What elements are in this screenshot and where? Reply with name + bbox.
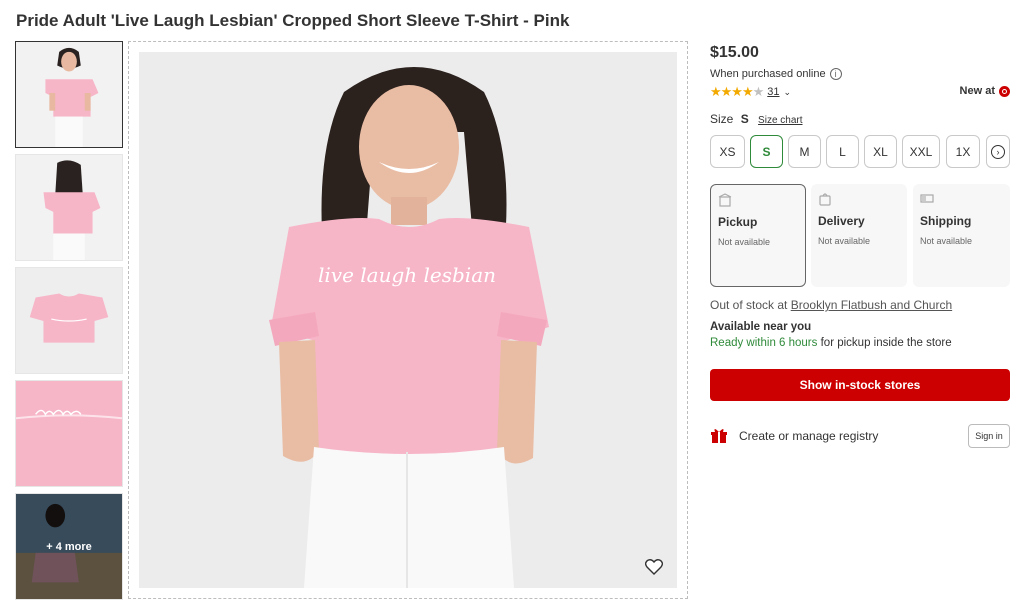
chevron-right-icon: ›	[991, 144, 1005, 159]
available-near-title: Available near you	[710, 321, 812, 333]
size-option-s[interactable]: S	[750, 135, 783, 168]
thumbnail-closeup-image	[16, 381, 122, 486]
thumbnail-front-image	[16, 42, 122, 147]
new-at-text: New at	[959, 85, 995, 97]
price: $15.00	[710, 44, 759, 61]
ready-suffix: for pickup inside the store	[820, 337, 952, 349]
size-label: Size	[710, 112, 734, 126]
ready-line: Ready within 6 hours for pickup inside t…	[710, 337, 952, 349]
size-option-1x[interactable]: 1X	[946, 135, 980, 168]
delivery-title: Delivery	[818, 214, 865, 228]
size-options: XS S M L XL XXL 1X ›	[710, 135, 1010, 169]
store-icon	[718, 193, 732, 207]
size-option-xxl[interactable]: XXL	[902, 135, 940, 168]
thumbnail-flat-image	[16, 268, 122, 373]
thumbnail-flat[interactable]	[15, 267, 123, 374]
chevron-down-icon[interactable]: ⌄	[784, 87, 792, 98]
more-images-label: + 4 more	[16, 494, 122, 599]
shipping-status: Not available	[920, 236, 973, 246]
product-title: Pride Adult 'Live Laugh Lesbian' Cropped…	[16, 11, 570, 30]
thumbnail-more[interactable]: + 4 more	[15, 493, 123, 600]
fulfillment-shipping[interactable]: Shipping Not available	[913, 184, 1010, 287]
thumbnail-front[interactable]	[15, 41, 123, 148]
size-selected-value: S	[740, 112, 749, 126]
size-selector-header: Size S Size chart	[710, 112, 803, 126]
size-option-xs[interactable]: XS	[710, 135, 745, 168]
thumbnail-closeup[interactable]	[15, 380, 123, 487]
delivery-status: Not available	[818, 236, 871, 246]
size-option-m[interactable]: M	[788, 135, 821, 168]
rating-count[interactable]: 31	[767, 86, 779, 98]
sign-in-button[interactable]: Sign in	[968, 424, 1010, 448]
bag-icon	[819, 193, 831, 206]
shipping-title: Shipping	[920, 214, 972, 228]
stock-status: Out of stock at Brooklyn Flatbush and Ch…	[710, 298, 952, 312]
size-chart-link[interactable]: Size chart	[758, 115, 802, 126]
pickup-status: Not available	[718, 237, 771, 247]
thumbnail-back[interactable]	[15, 154, 123, 261]
thumbnail-back-image	[16, 155, 122, 260]
fulfillment-delivery[interactable]: Delivery Not available	[811, 184, 907, 287]
size-next-button[interactable]: ›	[986, 135, 1010, 168]
target-logo-icon	[999, 85, 1010, 97]
size-option-xl[interactable]: XL	[864, 135, 897, 168]
registry-row: Create or manage registry Sign in	[710, 424, 1010, 448]
ready-time: Ready within 6 hours	[710, 337, 818, 349]
new-at-badge: New at	[960, 85, 1010, 97]
size-option-l[interactable]: L	[826, 135, 859, 168]
model-photo: live laugh lesbian	[139, 52, 677, 588]
pickup-title: Pickup	[718, 215, 758, 229]
main-product-image[interactable]: live laugh lesbian	[128, 41, 688, 599]
gift-icon	[711, 429, 727, 443]
favorite-heart-icon[interactable]	[643, 556, 665, 578]
store-link[interactable]: Brooklyn Flatbush and Church	[791, 298, 952, 312]
shirt-print-text: live laugh lesbian	[318, 263, 496, 287]
registry-label[interactable]: Create or manage registry	[739, 429, 878, 443]
rating[interactable]: ★★★★★ 31 ⌄	[710, 84, 791, 100]
fulfillment-pickup[interactable]: Pickup Not available	[710, 184, 806, 287]
info-icon[interactable]: i	[829, 68, 842, 80]
star-rating-icon: ★★★★★	[710, 84, 764, 99]
stock-prefix: Out of stock at	[710, 298, 788, 312]
truck-icon	[920, 194, 934, 203]
price-note: When purchased online i	[710, 68, 842, 80]
price-note-text: When purchased online	[710, 68, 826, 80]
show-in-stock-stores-button[interactable]: Show in-stock stores	[710, 369, 1010, 401]
